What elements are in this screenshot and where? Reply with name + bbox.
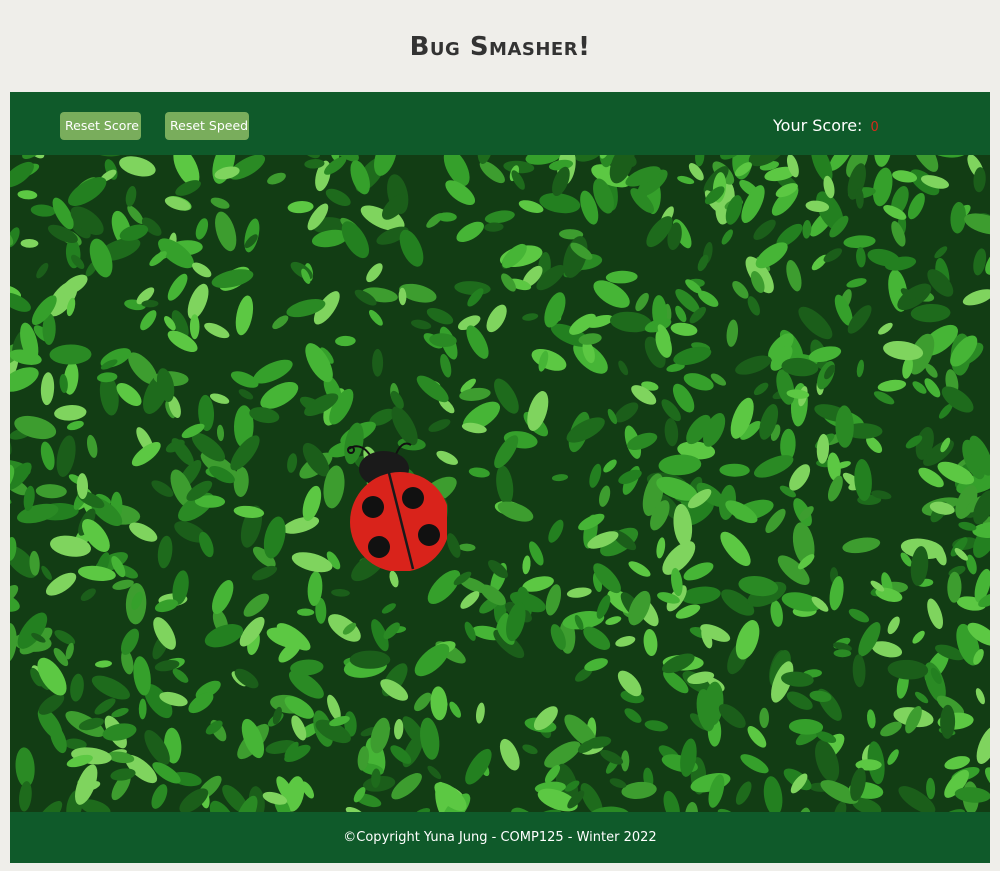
score-display: Your Score: 0 xyxy=(773,114,879,138)
reset-score-button[interactable]: Reset Score xyxy=(60,112,141,140)
spot xyxy=(418,524,440,546)
game-toolbar: Reset Score Reset Speed Your Score: 0 xyxy=(10,92,990,155)
leaf xyxy=(349,650,391,669)
score-value: 0 xyxy=(870,120,879,135)
spot xyxy=(402,487,424,509)
ladybug-shell xyxy=(350,472,447,571)
spot xyxy=(362,496,384,518)
game-field[interactable] xyxy=(10,155,990,812)
leaf xyxy=(759,707,770,729)
leaf-background xyxy=(10,155,990,812)
antenna-tip-left xyxy=(347,446,355,454)
footer: ©Copyright Yuna Jung - COMP125 - Winter … xyxy=(343,830,657,845)
page-title: Bug Smasher! xyxy=(409,32,591,62)
reset-speed-button[interactable]: Reset Speed xyxy=(165,112,249,140)
ladybug-icon[interactable] xyxy=(333,437,447,571)
leaf xyxy=(189,314,200,340)
spot xyxy=(368,536,390,558)
game-panel: Reset Score Reset Speed Your Score: 0 ©Co… xyxy=(10,92,990,863)
score-label: Your Score: xyxy=(773,116,863,135)
leaf xyxy=(372,348,384,377)
